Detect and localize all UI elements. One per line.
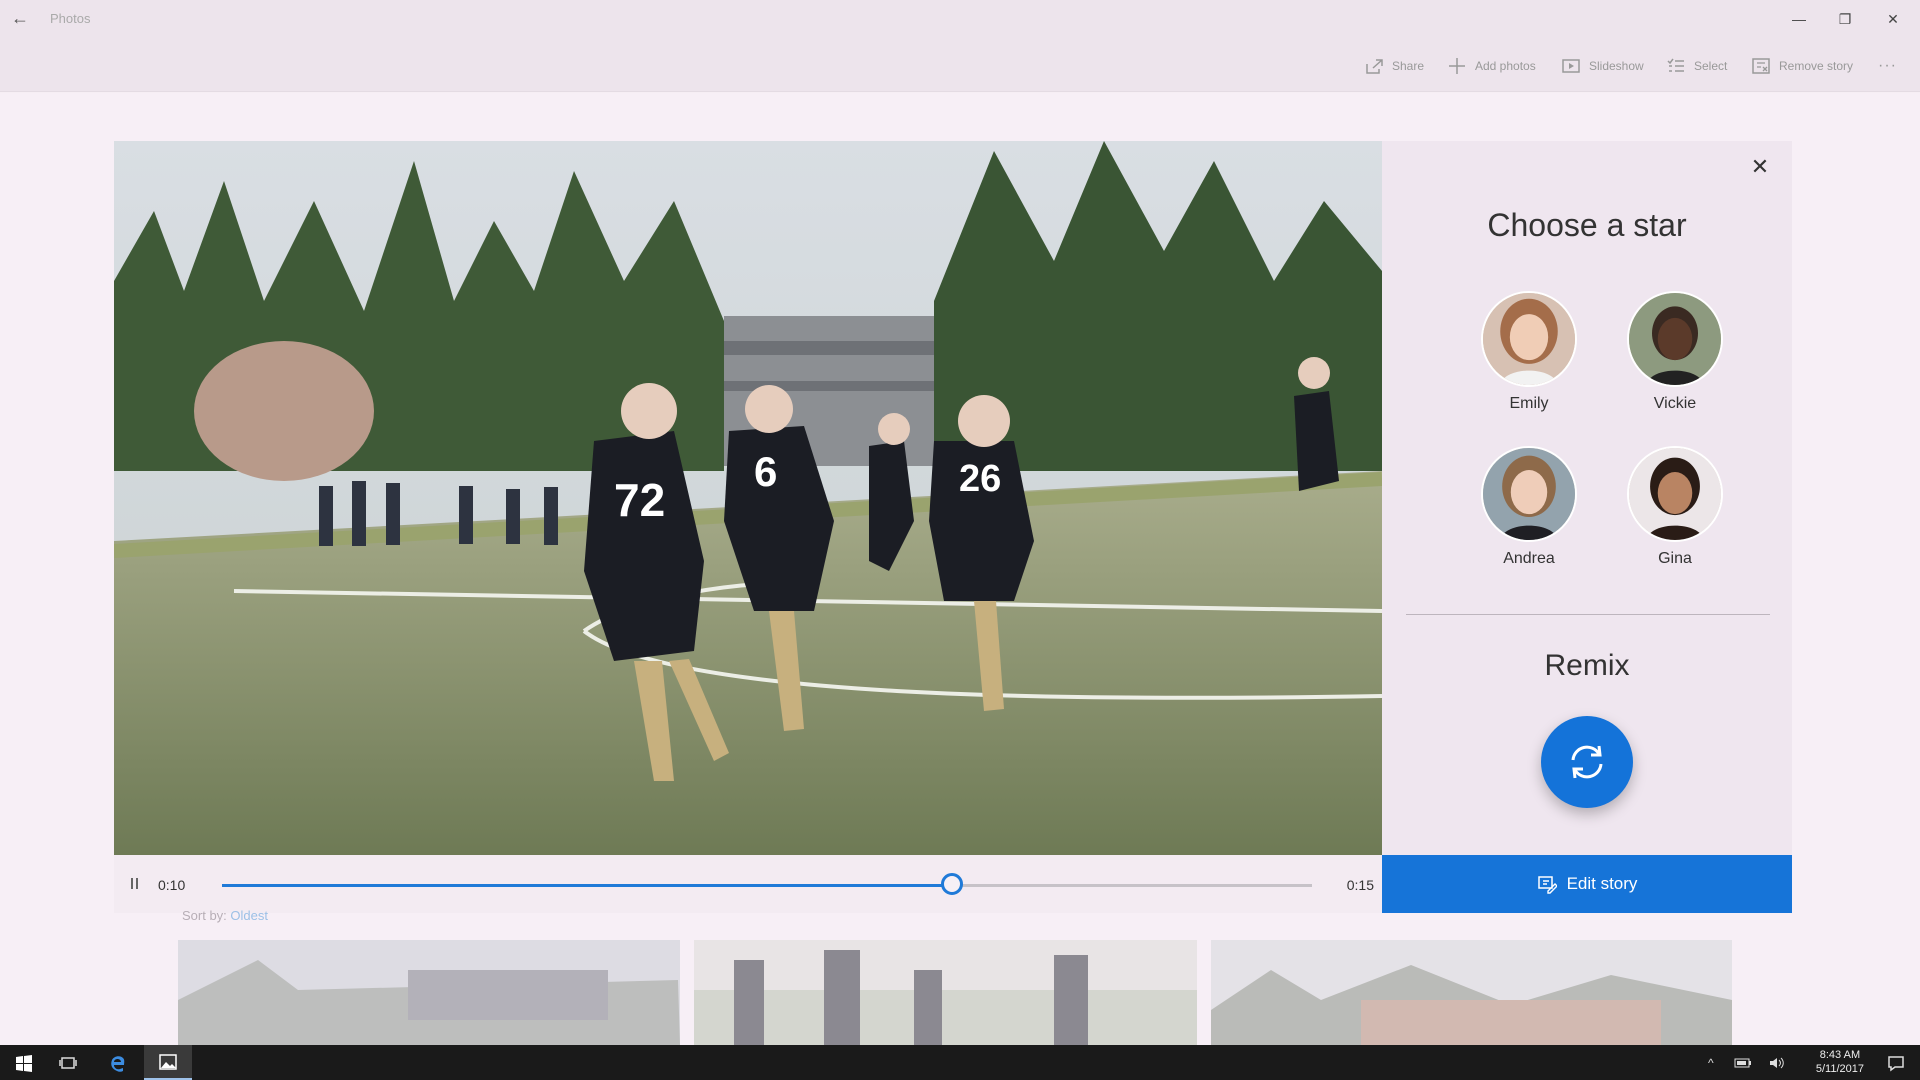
svg-text:6: 6 (754, 448, 777, 495)
person-vickie[interactable]: Vickie (1615, 291, 1735, 413)
sort-by[interactable]: Sort by: Oldest (182, 908, 268, 923)
end-time: 0:15 (1346, 877, 1374, 893)
volume-icon[interactable] (1768, 1056, 1786, 1070)
add-photos-label: Add photos (1475, 59, 1536, 73)
chevron-up-icon[interactable]: ^ (1708, 1056, 1714, 1070)
panel-divider (1406, 614, 1770, 615)
person-name: Andrea (1503, 550, 1555, 567)
clock-date: 5/11/2017 (1815, 1063, 1864, 1075)
sort-by-label: Sort by: (182, 908, 227, 923)
photo-thumbnail[interactable] (178, 940, 680, 1045)
slideshow-button[interactable]: Slideshow (1561, 55, 1644, 77)
remix-button[interactable] (1541, 716, 1633, 808)
choose-star-panel: ✕ Choose a star Emily Vickie Andrea Gina (1382, 141, 1792, 855)
photo-thumbnails (178, 940, 1732, 1045)
edge-browser-button[interactable] (94, 1045, 142, 1080)
avatar (1627, 446, 1723, 542)
edge-icon (111, 1055, 125, 1072)
photos-app-button[interactable] (144, 1045, 192, 1080)
clock[interactable]: 8:43 AM 5/11/2017 (1816, 1048, 1864, 1076)
svg-text:72: 72 (614, 474, 665, 526)
select-button[interactable]: Select (1666, 55, 1727, 77)
seek-track[interactable] (222, 873, 1312, 895)
close-window-button[interactable]: ✕ (1870, 4, 1916, 34)
photo-thumbnail[interactable] (694, 940, 1197, 1045)
start-button[interactable] (0, 1045, 48, 1080)
remove-story-button[interactable]: Remove story (1751, 55, 1853, 77)
notification-icon (1888, 1055, 1904, 1071)
person-name: Vickie (1653, 395, 1697, 412)
avatar (1481, 291, 1577, 387)
person-name: Emily (1509, 395, 1549, 412)
battery-icon[interactable] (1734, 1056, 1752, 1070)
more-options-button[interactable]: ··· (1878, 55, 1897, 77)
windows-logo-icon (16, 1054, 32, 1072)
story-page: 72 6 26 ✕ Choose a star Emily Vickie And… (0, 93, 1920, 1045)
photos-icon (159, 1053, 177, 1070)
app-title: Photos (50, 11, 91, 26)
remove-story-icon (1752, 58, 1770, 74)
person-emily[interactable]: Emily (1469, 291, 1589, 413)
person-gina[interactable]: Gina (1615, 446, 1735, 568)
close-icon[interactable]: ✕ (1746, 153, 1774, 181)
avatar (1627, 291, 1723, 387)
playback-bar: 0:10 0:15 (114, 855, 1382, 913)
seek-progress (222, 884, 953, 887)
share-icon (1366, 59, 1383, 74)
back-arrow-icon[interactable]: ← (8, 6, 32, 30)
select-list-icon (1667, 58, 1684, 72)
person-name: Gina (1658, 550, 1692, 567)
action-center-button[interactable] (1872, 1045, 1920, 1080)
soccer-video-frame: 72 6 26 (114, 141, 1382, 855)
pause-icon[interactable] (128, 876, 142, 892)
remix-title: Remix (1544, 649, 1630, 682)
video-player[interactable]: 72 6 26 (114, 141, 1382, 855)
edit-story-label: Edit story (1566, 874, 1638, 893)
sort-by-value: Oldest (230, 908, 268, 923)
system-tray: ^ (1708, 1045, 1786, 1080)
slideshow-icon (1562, 59, 1580, 73)
share-button[interactable]: Share (1364, 55, 1424, 77)
select-label: Select (1694, 59, 1728, 73)
command-bar: Share Add photos Slideshow Select Remove… (0, 38, 1920, 92)
restore-button[interactable]: ❐ (1822, 4, 1868, 34)
task-view-button[interactable] (44, 1045, 92, 1080)
plus-icon (1449, 58, 1465, 74)
add-photos-button[interactable]: Add photos (1447, 55, 1536, 77)
svg-text:26: 26 (959, 458, 1001, 500)
clock-time: 8:43 AM (1819, 1049, 1861, 1061)
edit-story-button[interactable]: Edit story (1382, 855, 1792, 913)
taskbar: ^ 8:43 AM 5/11/2017 (0, 1045, 1920, 1080)
refresh-icon (1571, 745, 1603, 779)
minimize-button[interactable]: — (1776, 4, 1822, 34)
title-bar: ← Photos — ❐ ✕ (0, 0, 1920, 38)
edit-story-icon (1537, 876, 1557, 894)
remove-story-label: Remove story (1779, 59, 1854, 73)
task-view-icon (59, 1056, 77, 1069)
slideshow-label: Slideshow (1589, 59, 1644, 73)
avatar (1481, 446, 1577, 542)
seek-thumb[interactable] (941, 873, 964, 895)
current-time: 0:10 (158, 877, 186, 893)
person-andrea[interactable]: Andrea (1469, 446, 1589, 568)
choose-star-title: Choose a star (1487, 207, 1687, 243)
share-label: Share (1392, 59, 1425, 73)
photo-thumbnail[interactable] (1211, 940, 1732, 1045)
